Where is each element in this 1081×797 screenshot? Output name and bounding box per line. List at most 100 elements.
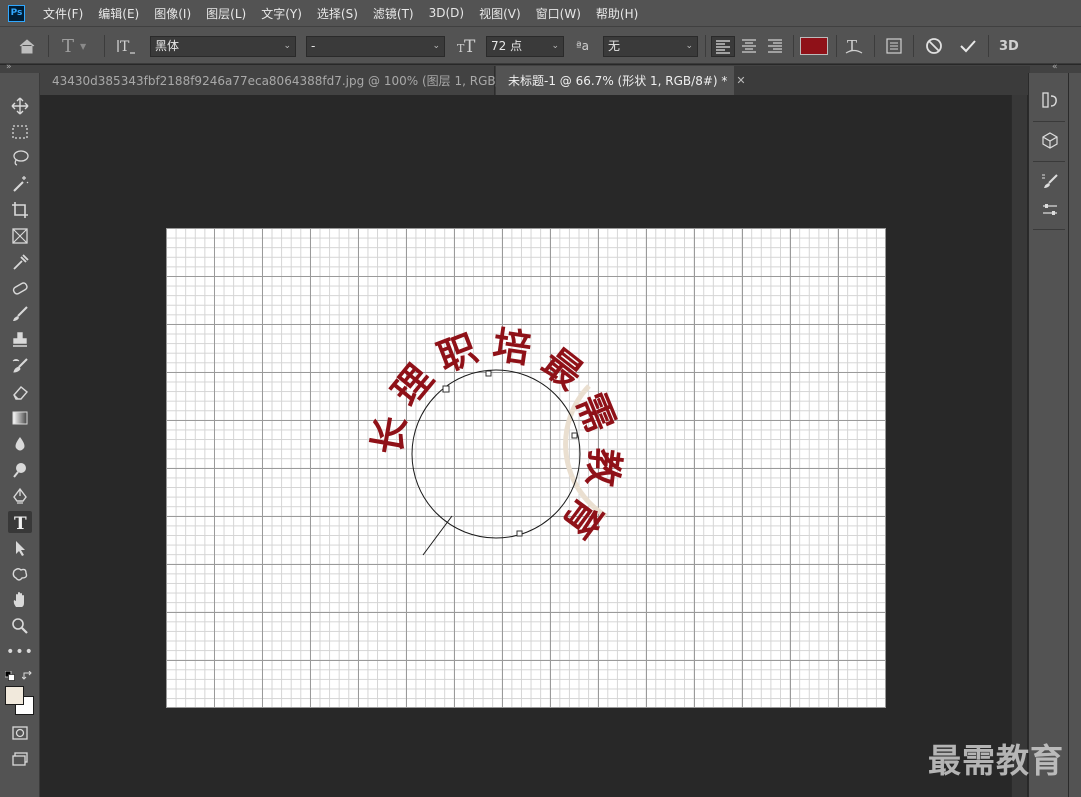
gradient-icon [12, 411, 28, 425]
collapse-arrows-icon[interactable]: « [1052, 62, 1058, 72]
tab-label: 未标题-1 @ 66.7% (形状 1, RGB/8#) * [508, 74, 728, 88]
menu-type[interactable]: 文字(Y) [261, 5, 302, 22]
path-text-char: 育 [554, 490, 612, 547]
more-tools-button[interactable]: ••• [6, 641, 33, 663]
circle-text-path[interactable] [411, 369, 581, 539]
foreground-color-swatch[interactable] [5, 686, 24, 705]
cube-icon [1042, 132, 1058, 149]
dodge-tool[interactable] [8, 459, 32, 481]
default-colors-button[interactable] [4, 670, 15, 681]
align-right-button[interactable] [766, 27, 784, 65]
chevron-down-icon: ⌄ [551, 41, 559, 51]
lasso-tool[interactable] [8, 147, 32, 169]
chevron-down-icon: ▼ [80, 41, 87, 51]
align-center-icon [742, 39, 756, 53]
screen-mode-button[interactable] [8, 748, 32, 770]
tab-document-untitled[interactable]: 未标题-1 @ 66.7% (形状 1, RGB/8#) * ✕ [496, 66, 746, 95]
expand-arrows-icon[interactable]: » [6, 62, 12, 72]
healing-brush-tool[interactable] [8, 277, 32, 299]
font-size-icon-wrap: TT [457, 27, 479, 65]
stamp-icon [13, 332, 27, 347]
brush-icon [13, 306, 28, 321]
font-style-select[interactable]: - ⌄ [306, 36, 445, 57]
menu-3d[interactable]: 3D(D) [429, 6, 464, 20]
history-brush-tool[interactable] [8, 355, 32, 377]
magnifier-icon [12, 618, 28, 634]
menu-select[interactable]: 选择(S) [317, 5, 358, 22]
menu-filter[interactable]: 滤镜(T) [373, 5, 414, 22]
menu-image[interactable]: 图像(I) [154, 5, 191, 22]
home-button[interactable] [18, 27, 36, 65]
gradient-tool[interactable] [8, 407, 32, 429]
eyedropper-tool[interactable] [8, 251, 32, 273]
menu-edit[interactable]: 编辑(E) [98, 5, 139, 22]
3d-panel-button[interactable] [1039, 129, 1061, 151]
menu-window[interactable]: 窗口(W) [536, 5, 581, 22]
dodge-icon [13, 463, 26, 478]
path-text-layer[interactable]: 长理职培最需教育 [166, 228, 886, 708]
toggle-text-orientation-button[interactable]: T [116, 27, 136, 65]
swap-colors-button[interactable] [21, 670, 34, 680]
close-icon[interactable]: ✕ [736, 74, 745, 87]
screen-mode-icon [12, 752, 28, 766]
shape-icon [12, 568, 28, 581]
path-text-char: 理 [384, 357, 442, 414]
lasso-icon [13, 150, 29, 166]
text-color-swatch[interactable] [800, 37, 828, 55]
panel-toggle-icon [886, 38, 902, 54]
align-right-icon [768, 39, 782, 53]
font-family-select[interactable]: 黑体 ⌄ [150, 36, 296, 57]
menu-layer[interactable]: 图层(L) [206, 5, 246, 22]
cancel-button[interactable] [925, 27, 943, 65]
custom-shape-tool[interactable] [8, 563, 32, 585]
pen-icon [13, 487, 27, 504]
zoom-tool[interactable] [8, 615, 32, 637]
tools-panel: T ••• [0, 73, 40, 797]
type-tool[interactable]: T [8, 511, 32, 533]
stamp-tool[interactable] [8, 329, 32, 351]
crop-icon [12, 202, 28, 218]
pen-tool[interactable] [8, 485, 32, 507]
text-orientation-icon: T [117, 39, 135, 55]
frame-tool[interactable] [8, 225, 32, 247]
warp-text-button[interactable]: T [844, 27, 864, 65]
3d-button[interactable]: 3D [999, 27, 1019, 65]
tab-document-jpg[interactable]: 43430d385343fbf2188f9246a77eca8064388fd7… [40, 66, 540, 95]
commit-button[interactable] [959, 27, 977, 65]
align-left-button[interactable] [711, 36, 735, 57]
check-icon [960, 40, 976, 53]
eraser-tool[interactable] [8, 381, 32, 403]
menu-help[interactable]: 帮助(H) [596, 5, 638, 22]
quick-mask-button[interactable] [8, 722, 32, 744]
path-anchor-point[interactable] [516, 530, 523, 537]
path-selection-tool[interactable] [8, 537, 32, 559]
hand-tool[interactable] [8, 589, 32, 611]
font-size-select[interactable]: 72 点 ⌄ [486, 36, 564, 57]
bandage-icon [12, 282, 28, 295]
document-canvas[interactable]: 长理职培最需教育 [166, 228, 886, 708]
path-anchor-point[interactable] [485, 370, 492, 377]
character-panel-button[interactable] [885, 27, 903, 65]
history-icon [1042, 92, 1057, 108]
marquee-tool[interactable] [8, 121, 32, 143]
vertical-scrollbar[interactable] [1011, 95, 1027, 797]
brush-tool[interactable] [8, 303, 32, 325]
antialias-value: 无 [608, 39, 621, 53]
move-tool[interactable] [8, 95, 32, 117]
crop-tool[interactable] [8, 199, 32, 221]
brushes-panel-button[interactable] [1039, 171, 1061, 193]
history-panel-button[interactable] [1039, 89, 1061, 111]
3d-label: 3D [999, 38, 1019, 54]
type-tool-preset-button[interactable]: T ▼ [62, 27, 86, 65]
path-anchor-point[interactable] [571, 432, 578, 439]
menu-file[interactable]: 文件(F) [43, 5, 83, 22]
antialias-select[interactable]: 无 ⌄ [603, 36, 698, 57]
align-center-button[interactable] [740, 27, 758, 65]
path-anchor-point[interactable] [442, 385, 450, 393]
adjustments-panel-button[interactable] [1039, 199, 1061, 221]
path-text-char: 教 [579, 446, 627, 489]
align-left-icon [716, 40, 730, 54]
magic-wand-tool[interactable] [8, 173, 32, 195]
blur-tool[interactable] [8, 433, 32, 455]
menu-view[interactable]: 视图(V) [479, 5, 521, 22]
